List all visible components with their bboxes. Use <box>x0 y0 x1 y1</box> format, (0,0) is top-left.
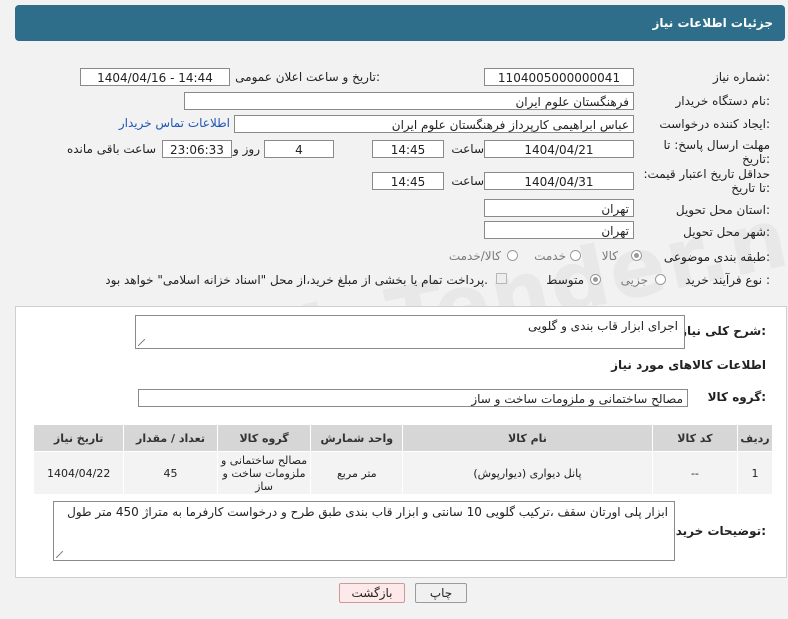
cell-row-number: 1 <box>737 451 773 495</box>
page-title: جزئیات اطلاعات نیاز <box>652 16 773 30</box>
page-title-bar: جزئیات اطلاعات نیاز <box>15 5 785 41</box>
province-field: تهران <box>484 199 634 217</box>
announce-field: 1404/04/16 - 14:44 <box>80 68 230 86</box>
category-label: طبقه بندی موضوعی: <box>663 250 770 264</box>
category-radio-goods-service[interactable] <box>507 250 518 261</box>
price-time-label: ساعت <box>451 174 484 188</box>
description-textarea[interactable]: اجرای ابزار قاب بندی و گلویی <box>135 315 685 349</box>
cell-unit: متر مربع <box>310 451 404 495</box>
time-remaining-label: ساعت باقی مانده <box>66 142 156 156</box>
process-label: نوع فرآیند خرید : <box>685 273 770 287</box>
time-remaining-field: 23:06:33 <box>162 140 232 158</box>
city-label: شهر محل تحویل: <box>683 225 770 239</box>
need-number-label: شماره نیاز: <box>712 70 770 84</box>
col-goods-group: گروه کالا <box>216 424 312 452</box>
category-option-goods-service: کالا/خدمت <box>448 249 501 263</box>
description-text: اجرای ابزار قاب بندی و گلویی <box>528 319 678 333</box>
announce-label: تاریخ و ساعت اعلان عمومی: <box>235 70 380 84</box>
category-radio-service[interactable] <box>570 250 581 261</box>
category-radio-goods[interactable] <box>631 250 642 261</box>
province-label: استان محل تحویل: <box>675 203 770 217</box>
reply-time-label: ساعت <box>451 142 484 156</box>
goods-group-field: مصالح ساختمانی و ملزومات ساخت و ساز <box>138 389 688 407</box>
treasury-payment-checkbox[interactable] <box>496 273 507 284</box>
requester-field: عباس ابراهیمی کارپرداز فرهنگستان علوم ای… <box>234 115 634 133</box>
cell-quantity: 45 <box>123 451 218 495</box>
cell-goods-group: مصالح ساختمانی و ملزومات ساخت و ساز <box>216 451 312 495</box>
col-goods-name: نام کالا <box>402 424 653 452</box>
col-quantity: تعداد / مقدار <box>123 424 218 452</box>
table-header-row: تاریخ نیاز تعداد / مقدار گروه کالا واحد … <box>32 424 773 452</box>
resize-grip-icon[interactable] <box>56 551 63 558</box>
cell-goods-code: -- <box>651 451 739 495</box>
goods-table: تاریخ نیاز تعداد / مقدار گروه کالا واحد … <box>32 424 773 495</box>
buyer-org-field: فرهنگستان علوم ایران <box>184 92 634 110</box>
reply-deadline-label: مهلت ارسال پاسخ: تا تاریخ: <box>663 138 770 166</box>
price-validity-label: حداقل تاریخ اعتبار قیمت: تا تاریخ: <box>643 167 770 195</box>
description-label: شرح کلی نیاز: <box>680 324 766 338</box>
requester-label: ایجاد کننده درخواست: <box>659 117 770 131</box>
process-option-minor: جزیی <box>620 273 648 287</box>
category-option-goods: کالا <box>601 249 618 263</box>
buyer-org-label: نام دستگاه خریدار: <box>675 94 771 108</box>
cell-goods-name: پانل دیواری (دیوارپوش) <box>402 451 653 495</box>
process-radio-medium[interactable] <box>590 274 601 285</box>
col-unit: واحد شمارش <box>310 424 404 452</box>
reply-time-field: 14:45 <box>372 140 444 158</box>
reply-date-field: 1404/04/21 <box>484 140 634 158</box>
back-button[interactable]: بازگشت <box>339 583 405 603</box>
process-option-medium: متوسط <box>546 273 584 287</box>
buyer-contact-link[interactable]: اطلاعات تماس خریدار <box>119 116 230 130</box>
category-option-service: خدمت <box>534 249 566 263</box>
col-need-date: تاریخ نیاز <box>32 424 125 452</box>
price-date-field: 1404/04/31 <box>484 172 634 190</box>
buyer-notes-textarea[interactable]: ابزار پلی اورتان سقف ،ترکیب گلویی 10 سان… <box>53 501 675 561</box>
process-radio-minor[interactable] <box>655 274 666 285</box>
buyer-notes-text: ابزار پلی اورتان سقف ،ترکیب گلویی 10 سان… <box>67 505 668 519</box>
buyer-notes-label: توضیحات خریدار: <box>664 524 766 538</box>
resize-grip-icon[interactable] <box>138 339 145 346</box>
cell-need-date: 1404/04/22 <box>32 451 125 495</box>
need-number-field: 1104005000000041 <box>484 68 634 86</box>
price-time-field: 14:45 <box>372 172 444 190</box>
table-row: 1404/04/22 45 مصالح ساختمانی و ملزومات س… <box>32 451 773 495</box>
print-button[interactable]: چاپ <box>415 583 467 603</box>
goods-info-title: اطلاعات کالاهای مورد نیاز <box>611 358 766 372</box>
treasury-payment-note: پرداخت تمام یا بخشی از مبلغ خرید،از محل … <box>105 273 488 287</box>
days-remaining-field: 4 <box>264 140 334 158</box>
city-field: تهران <box>484 221 634 239</box>
days-label: روز و <box>233 142 260 156</box>
col-goods-code: کد کالا <box>651 424 739 452</box>
goods-group-label: گروه کالا: <box>707 390 766 404</box>
col-row-number: ردیف <box>737 424 773 452</box>
